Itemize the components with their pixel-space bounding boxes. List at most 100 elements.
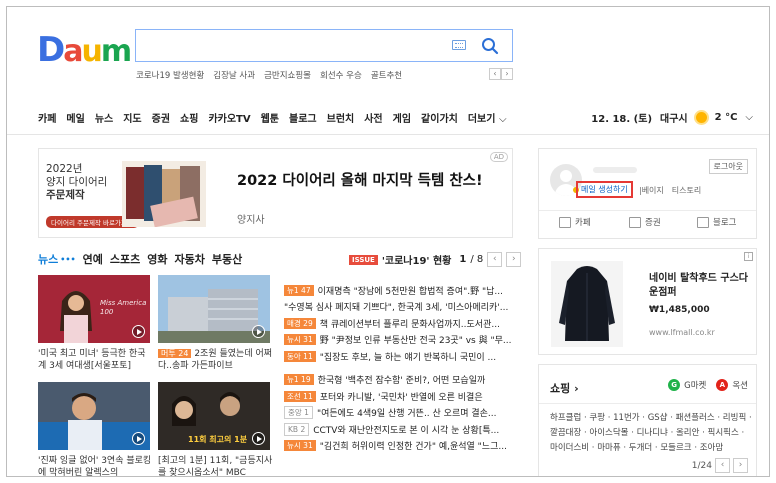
headline-item[interactable]: 뉴시 31 野 "尹정보 인류 부동산만 전국 23곳" vs 與 "무...: [284, 332, 516, 349]
diary-books-image: [122, 161, 206, 227]
press-tag: 머투 24: [158, 349, 192, 358]
headline-item[interactable]: 조선 11 포터와 카니발, '국민차' 반열에 오른 비결은: [284, 388, 516, 405]
photo-caption[interactable]: 머투 24 2조원 들였는데 어쩌다..송파 가든파이브: [158, 348, 273, 372]
nav-item-dictionary[interactable]: 사전: [364, 110, 382, 125]
news-photo-garden-five[interactable]: [158, 275, 270, 343]
tab-auto[interactable]: 자동차: [174, 251, 204, 267]
news-photo-volleyball[interactable]: [38, 382, 150, 450]
trending-item[interactable]: 코로나19 발생현황: [136, 69, 204, 81]
banner-title[interactable]: 2022 다이어리 올해 마지막 득템 찬스!: [237, 171, 497, 191]
tab-entertainment[interactable]: 연예: [83, 251, 103, 267]
shopping-ad[interactable]: i 네이비 탈착후드 구스다운점퍼 ₩1,485,000 www.lfmall.…: [538, 248, 757, 355]
nav-item-cafe[interactable]: 카페: [38, 110, 56, 125]
tab-sports[interactable]: 스포츠: [110, 251, 140, 267]
shopping-prev-button[interactable]: ‹: [715, 458, 730, 473]
photo-caption[interactable]: '미국 최고 미녀' 등극한 한국계 3세 여대생[서울포토]: [38, 348, 153, 372]
nav-item-webtoon[interactable]: 웹툰: [261, 110, 279, 125]
trending-item[interactable]: 회선수 우승: [320, 69, 362, 81]
gmarket-link[interactable]: G마켓: [684, 379, 706, 391]
tab-news[interactable]: 뉴스: [38, 251, 58, 267]
headline-item[interactable]: 동아 11 "집장도 후보, 늘 하는 얘기 반복하니 국민이 ...: [284, 348, 516, 365]
create-mail-button[interactable]: 메일 생성하기: [576, 181, 633, 198]
banner-line3: 주문제작: [46, 189, 85, 201]
headline-item[interactable]: 뉴1 19 한국형 '백추전 잠수함' 준비?, 어떤 모습일까: [284, 372, 516, 389]
search-icon[interactable]: [480, 36, 500, 56]
account-links: |베이지 티스토리: [639, 185, 701, 196]
service-label: 증권: [645, 218, 661, 228]
nav-item-together[interactable]: 같이가치: [421, 110, 458, 125]
shopping-page: 1/24: [691, 460, 712, 471]
link-neighbor[interactable]: |베이지: [639, 185, 664, 196]
gmarket-icon: G: [668, 379, 681, 391]
daum-logo[interactable]: D a u m: [37, 33, 132, 67]
nav-item-shopping[interactable]: 쇼핑: [180, 110, 198, 125]
trending-item[interactable]: 금반지쇼핑몰: [264, 69, 311, 81]
headline-item[interactable]: 뉴1 47 이재명측 "장남에 5천만원 합법적 증여".野 "납...: [284, 282, 516, 299]
auction-icon: A: [716, 379, 729, 391]
press-tag: 조선 11: [284, 390, 316, 402]
diary-ad-banner[interactable]: 2022년 양지 다이어리 주문제작 다이어리 주문제작 바로가기 > 2022…: [38, 148, 513, 238]
ad-badge[interactable]: AD: [489, 152, 508, 162]
nav-item-brunch[interactable]: 브런치: [327, 110, 355, 125]
service-cafe[interactable]: 카페: [559, 216, 591, 228]
headline-text: "여든에도 4색9일 산행 거뜬.. 산 오르며 결손...: [316, 409, 497, 420]
trending-item[interactable]: 골트추천: [371, 69, 402, 81]
photo-caption[interactable]: '진짜 잉글 없어' 3연속 블로킹에 막혀버린 알렉스의: [38, 455, 153, 476]
service-blog[interactable]: 블로그: [697, 216, 736, 228]
blog-icon: [697, 216, 709, 228]
browser-viewport: D a u m 코로나19 발생현황 김장날 사과 금반지쇼핑몰 회선수 우승 …: [6, 6, 770, 477]
service-stock[interactable]: 증권: [629, 216, 661, 228]
press-tag: 동아 11: [284, 350, 316, 362]
temperature-text: 2 °C: [714, 112, 738, 123]
issue-next-button[interactable]: ›: [506, 252, 522, 267]
nav-item-blog[interactable]: 블로그: [289, 110, 317, 125]
product-title[interactable]: 네이비 탈착후드 구스다운점퍼: [649, 272, 749, 300]
link-tistory[interactable]: 티스토리: [672, 185, 701, 196]
nav-item-kakaotv[interactable]: 카카오TV: [208, 110, 250, 125]
headline-item[interactable]: "수영복 심사 폐지돼 기쁘다", 한국계 3세, '미스아메리카'...: [284, 299, 516, 316]
tab-movie[interactable]: 영화: [147, 251, 167, 267]
trending-next-button[interactable]: ›: [501, 68, 513, 80]
trending-prev-button[interactable]: ‹: [489, 68, 501, 80]
sun-icon: [695, 112, 707, 123]
news-photo-miss-america[interactable]: Miss America 100: [38, 275, 150, 343]
nav-item-mail[interactable]: 메일: [66, 110, 84, 125]
headline-text: 포터와 카니발, '국민차' 반열에 오른 비결은: [319, 392, 483, 403]
photo-caption[interactable]: [최고의 1분] 11회, "금등지사를 찾으시옵소서" MBC: [158, 455, 273, 476]
shopping-next-button[interactable]: ›: [733, 458, 748, 473]
nav-item-more[interactable]: 더보기 ⌵: [468, 110, 507, 125]
press-tag: 뉴1 47: [284, 284, 314, 296]
issue-title[interactable]: '코로나19' 현황: [382, 252, 452, 267]
nav-item-game[interactable]: 게임: [393, 110, 411, 125]
headline-item[interactable]: 중앙 1 "여든에도 4색9일 산행 거뜬.. 산 오르며 결손...: [284, 405, 516, 422]
news-photo-drama[interactable]: 11회 최고의 1분: [158, 382, 270, 450]
chevron-down-icon: ⌵: [745, 112, 753, 123]
auction-link[interactable]: 옥션: [732, 379, 748, 391]
shopping-divider: [539, 403, 756, 404]
nav-more-label: 더보기: [467, 114, 496, 125]
search-input[interactable]: [135, 29, 513, 62]
headline-text: 野 "尹정보 인류 부동산만 전국 23곳" vs 與 "무...: [319, 336, 512, 347]
service-label: 블로그: [713, 218, 737, 228]
headline-item[interactable]: 매경 29 책 큐레이션부터 플루리 문화사업까지..도서관...: [284, 315, 516, 332]
weather-widget[interactable]: 12. 18. (토) 대구시 2 °C ⌵: [591, 110, 753, 125]
ad-info-icon[interactable]: i: [744, 252, 753, 261]
logout-button[interactable]: 로그아웃: [708, 159, 748, 174]
headline-text: 책 큐레이션부터 플루리 문화사업까지..도서관...: [319, 319, 500, 330]
shopping-mall-list[interactable]: 하프클럽 · 쿠팡 · 11번가 · GS샵 · 패션플러스 · 리빙픽 · 깔…: [550, 411, 752, 456]
product-price: ₩1,485,000: [649, 305, 710, 315]
nav-item-stock[interactable]: 증권: [152, 110, 170, 125]
headline-item[interactable]: KB 2 CCTV와 재난안전지도로 본 이 시각 눈 상황[특...: [284, 421, 516, 438]
shopping-title[interactable]: 쇼핑 ›: [550, 380, 579, 396]
headline-item[interactable]: 뉴시 31 "김건희 허위이력 인정한 건가" 예,윤석열 "느그...: [284, 438, 516, 455]
keyboard-icon[interactable]: [452, 40, 466, 50]
nav-item-map[interactable]: 지도: [123, 110, 141, 125]
tab-realestate[interactable]: 부동산: [212, 251, 242, 267]
trending-item[interactable]: 김장날 사과: [213, 69, 255, 81]
photo-overlay-text: 11회 최고의 1분: [188, 435, 248, 444]
nav-item-news[interactable]: 뉴스: [95, 110, 113, 125]
product-url: www.lfmall.co.kr: [649, 328, 715, 337]
chevron-right-icon: ›: [574, 382, 579, 395]
gallery-icon: [132, 325, 145, 338]
issue-prev-button[interactable]: ‹: [487, 252, 503, 267]
